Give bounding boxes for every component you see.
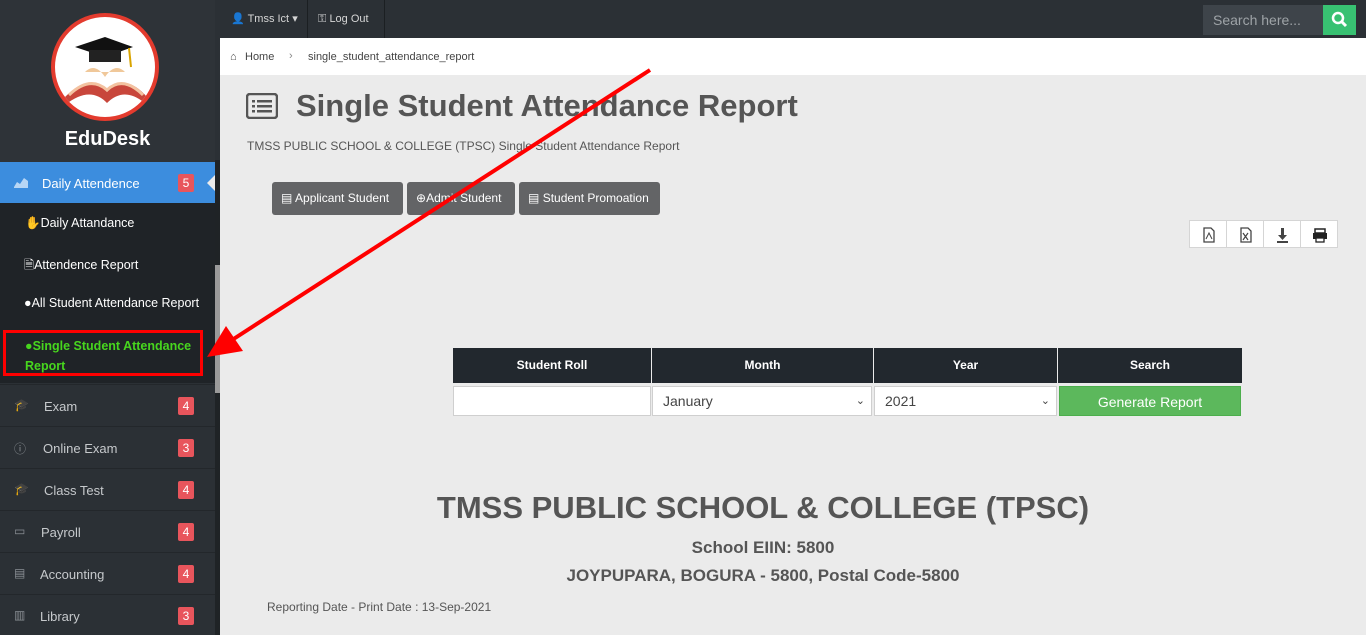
export-download-button[interactable] bbox=[1263, 220, 1301, 248]
school-eiin: School EIIN: 5800 bbox=[691, 538, 835, 557]
breadcrumb-current: single_student_attendance_report bbox=[308, 51, 475, 63]
export-excel-button[interactable] bbox=[1226, 220, 1264, 248]
menu-daily-attendence-label: Daily Attendence bbox=[42, 176, 140, 191]
export-pdf-button[interactable] bbox=[1189, 220, 1227, 248]
submenu-all-student-attendance[interactable]: ●All Student Attendance Report bbox=[24, 296, 199, 310]
circle-icon: ● bbox=[24, 296, 32, 310]
menu-online-exam[interactable]: ⓘ Online Exam 3 bbox=[0, 426, 215, 467]
logout-link[interactable]: ⚿ Log Out bbox=[308, 0, 385, 38]
header-student-roll: Student Roll bbox=[453, 348, 651, 383]
submenu-single-student-attendance[interactable]: ●Single Student Attendance Report bbox=[25, 336, 200, 376]
file-icon: 🗎 bbox=[24, 258, 35, 272]
header-year: Year bbox=[874, 348, 1057, 383]
book-icon: ▥ bbox=[14, 608, 26, 622]
caret-down-icon: ▾ bbox=[292, 13, 298, 25]
active-caret bbox=[207, 175, 215, 191]
list-icon: ▤ bbox=[281, 191, 293, 205]
student-promotion-button[interactable]: ▤ Student Promoation bbox=[519, 182, 660, 215]
month-select[interactable]: January ⌄ bbox=[652, 386, 872, 416]
badge: 3 bbox=[178, 439, 194, 457]
badge: 5 bbox=[178, 174, 194, 192]
download-icon bbox=[1277, 228, 1288, 243]
badge: 3 bbox=[178, 607, 194, 625]
school-logo bbox=[51, 13, 159, 121]
school-name: TMSS PUBLIC SCHOOL & COLLEGE (TPSC) bbox=[436, 490, 1090, 525]
hand-icon: ✋ bbox=[25, 216, 41, 230]
school-address: JOYPUPARA, BOGURA - 5800, Postal Code-58… bbox=[566, 566, 960, 585]
applicant-student-button[interactable]: ▤ Applicant Student bbox=[272, 182, 403, 215]
info-icon: ⓘ bbox=[14, 442, 27, 456]
user-icon: 👤 bbox=[231, 13, 245, 25]
search-button[interactable] bbox=[1323, 5, 1356, 35]
user-menu[interactable]: 👤 Tmss Ict ▾ bbox=[220, 0, 308, 38]
submenu-daily-attandance[interactable]: ✋Daily Attandance bbox=[25, 216, 134, 231]
sidebar-scrollbar-track[interactable] bbox=[215, 160, 220, 635]
submenu-attendence-report[interactable]: 🗎Attendence Report bbox=[24, 256, 138, 277]
chevron-right-icon: › bbox=[289, 50, 293, 62]
logo-area: EduDesk bbox=[0, 0, 215, 162]
chevron-down-icon: ⌄ bbox=[1040, 395, 1050, 407]
list-icon bbox=[246, 93, 278, 119]
sidebar-scrollbar-thumb[interactable] bbox=[215, 265, 220, 393]
badge: 4 bbox=[178, 397, 194, 415]
pdf-icon bbox=[1203, 227, 1215, 243]
graduation-cap-icon: 🎓 bbox=[14, 398, 29, 412]
circle-icon: ● bbox=[25, 339, 33, 353]
generate-report-button[interactable]: Generate Report bbox=[1059, 386, 1241, 416]
reporting-date: Reporting Date - Print Date : 13-Sep-202… bbox=[267, 600, 492, 614]
print-button[interactable] bbox=[1300, 220, 1338, 248]
chart-icon bbox=[14, 178, 28, 188]
menu-library[interactable]: ▥ Library 3 bbox=[0, 594, 215, 635]
home-icon: ⌂ bbox=[230, 51, 237, 63]
header-search: Search bbox=[1058, 348, 1242, 383]
breadcrumb: ⌂ Home › single_student_attendance_repor… bbox=[220, 38, 1366, 75]
money-icon: ▭ bbox=[14, 524, 26, 538]
page-subtitle: TMSS PUBLIC SCHOOL & COLLEGE (TPSC) Sing… bbox=[247, 139, 680, 153]
breadcrumb-home[interactable]: Home bbox=[245, 51, 274, 63]
menu-exam[interactable]: 🎓 Exam 4 bbox=[0, 384, 215, 425]
page-title: Single Student Attendance Report bbox=[296, 88, 798, 123]
menu-daily-attendence[interactable]: Daily Attendence 5 bbox=[0, 162, 215, 203]
header-month: Month bbox=[652, 348, 873, 383]
plus-circle-icon: ⊕ bbox=[416, 191, 427, 205]
year-select[interactable]: 2021 ⌄ bbox=[874, 386, 1057, 416]
search-icon bbox=[1331, 11, 1348, 28]
excel-icon bbox=[1240, 227, 1252, 243]
student-roll-input[interactable] bbox=[453, 386, 651, 416]
chevron-down-icon: ⌄ bbox=[855, 395, 865, 407]
search-input[interactable]: Search here... bbox=[1203, 5, 1323, 35]
print-icon bbox=[1313, 228, 1327, 243]
topbar: 👤 Tmss Ict ▾ ⚿ Log Out Search here... bbox=[220, 0, 1366, 38]
admit-student-button[interactable]: ⊕Admit Student bbox=[407, 182, 515, 215]
key-icon: ⚿ bbox=[318, 13, 327, 25]
brand-name: EduDesk bbox=[64, 128, 151, 150]
list-icon: ▤ bbox=[528, 191, 540, 205]
